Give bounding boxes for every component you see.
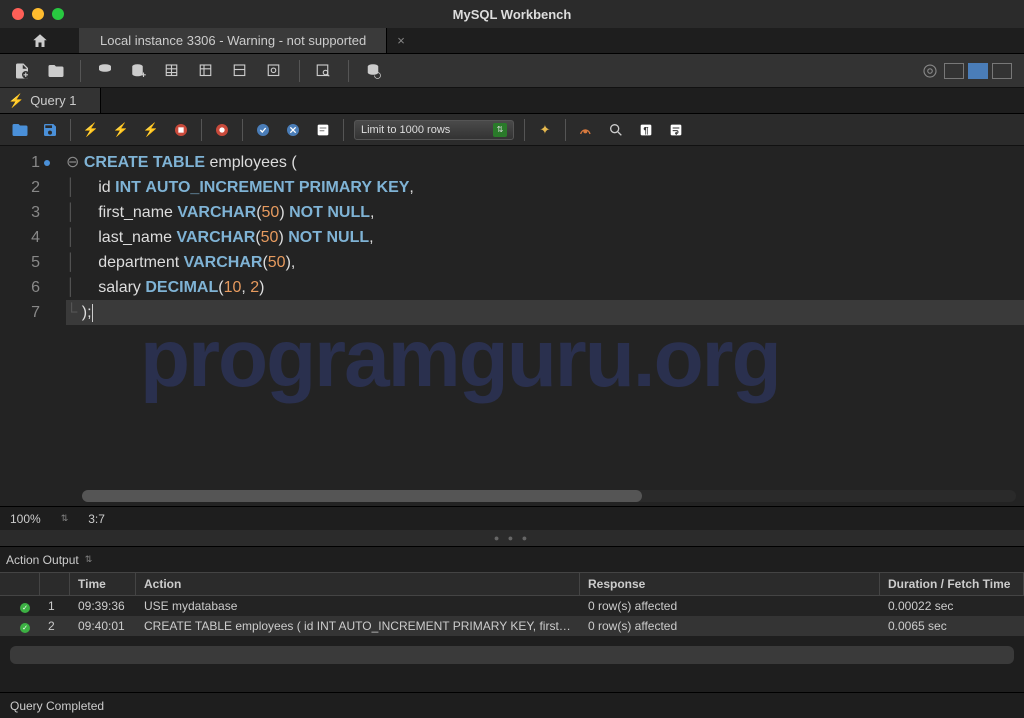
code-line[interactable]: │ first_name VARCHAR(50) NOT NULL, — [66, 200, 1024, 225]
gutter-line[interactable]: 6 — [0, 275, 50, 300]
gutter-line[interactable]: 7 — [0, 300, 50, 325]
open-file-icon[interactable] — [10, 120, 30, 140]
toggle-secondary-sidebar-button[interactable] — [992, 63, 1012, 79]
create-procedure-icon[interactable] — [231, 61, 251, 81]
output-header-duration[interactable]: Duration / Fetch Time — [880, 573, 1024, 595]
query-tab-label: Query 1 — [30, 93, 76, 108]
inspector-icon[interactable] — [95, 61, 115, 81]
progress-bar — [10, 646, 1014, 664]
home-tab[interactable] — [0, 28, 80, 53]
create-view-icon[interactable] — [197, 61, 217, 81]
editor-statusbar: 100% ⇅ 3:7 — [0, 506, 1024, 530]
output-selector-bar: Action Output ⇅ — [0, 546, 1024, 572]
output-row-time: 09:40:01 — [70, 617, 136, 635]
create-schema-icon[interactable] — [129, 61, 149, 81]
code-line[interactable]: └ ); — [66, 300, 1024, 325]
status-ok-icon: ✓ — [20, 603, 30, 613]
output-row-duration: 0.00022 sec — [880, 597, 1024, 615]
zoom-level[interactable]: 100% — [10, 512, 41, 526]
output-header-time[interactable]: Time — [70, 573, 136, 595]
vertical-splitter[interactable]: ● ● ● — [0, 530, 1024, 546]
toggle-whitespace-icon[interactable] — [313, 120, 333, 140]
output-row-response: 0 row(s) affected — [580, 597, 880, 615]
limit-rows-select[interactable]: Limit to 1000 rows ⇅ — [354, 120, 514, 140]
explain-icon[interactable]: ⚡ — [141, 120, 161, 140]
create-table-icon[interactable] — [163, 61, 183, 81]
output-header-response[interactable]: Response — [580, 573, 880, 595]
query-tabstrip: ⚡ Query 1 — [0, 88, 1024, 114]
reconnect-icon[interactable] — [363, 61, 383, 81]
gutter-line[interactable]: 1 — [0, 150, 50, 175]
status-ok-icon: ✓ — [20, 623, 30, 633]
commit-icon[interactable] — [253, 120, 273, 140]
output-header-index — [40, 573, 70, 595]
code-line[interactable]: │ last_name VARCHAR(50) NOT NULL, — [66, 225, 1024, 250]
status-text: Query Completed — [10, 699, 104, 713]
output-row[interactable]: ✓ 209:40:01CREATE TABLE employees ( id IN… — [0, 616, 1024, 636]
output-row-duration: 0.0065 sec — [880, 617, 1024, 635]
editor-gutter: 1234567 — [0, 146, 58, 506]
search-icon[interactable] — [606, 120, 626, 140]
editor-code-area[interactable]: programguru.org ⊖ CREATE TABLE employees… — [58, 146, 1024, 506]
gutter-line[interactable]: 4 — [0, 225, 50, 250]
main-toolbar — [0, 54, 1024, 88]
open-sql-script-icon[interactable] — [46, 61, 66, 81]
query-tab[interactable]: ⚡ Query 1 — [0, 88, 101, 113]
output-header-row: Time Action Response Duration / Fetch Ti… — [0, 572, 1024, 596]
connection-tabstrip: Local instance 3306 - Warning - not supp… — [0, 28, 1024, 54]
code-line[interactable]: ⊖ CREATE TABLE employees ( — [66, 150, 1024, 175]
output-header-action[interactable]: Action — [136, 573, 580, 595]
code-line[interactable]: │ department VARCHAR(50), — [66, 250, 1024, 275]
statusbar: Query Completed — [0, 692, 1024, 718]
limit-rows-arrows-icon: ⇅ — [493, 123, 507, 137]
find-icon[interactable] — [576, 120, 596, 140]
stop-icon[interactable] — [171, 120, 191, 140]
editor-horizontal-scrollbar[interactable] — [82, 490, 1016, 502]
cursor-position: 3:7 — [88, 512, 105, 526]
home-icon — [31, 32, 49, 50]
gutter-line[interactable]: 5 — [0, 250, 50, 275]
toggle-autocommit-icon[interactable] — [212, 120, 232, 140]
gutter-line[interactable]: 2 — [0, 175, 50, 200]
execute-icon[interactable]: ⚡ — [81, 120, 101, 140]
search-table-data-icon[interactable] — [314, 61, 334, 81]
wrap-icon[interactable] — [666, 120, 686, 140]
connection-tab-label: Local instance 3306 - Warning - not supp… — [100, 33, 366, 48]
svg-text:¶: ¶ — [643, 125, 648, 135]
create-function-icon[interactable] — [265, 61, 285, 81]
limit-rows-label: Limit to 1000 rows — [361, 124, 450, 136]
output-row[interactable]: ✓ 109:39:36USE mydatabase0 row(s) affecte… — [0, 596, 1024, 616]
output-row-action: USE mydatabase — [136, 597, 580, 615]
connection-tab[interactable]: Local instance 3306 - Warning - not supp… — [80, 28, 387, 53]
connection-tab-close[interactable]: × — [387, 28, 415, 53]
execute-current-icon[interactable]: ⚡ — [111, 120, 131, 140]
window-titlebar: MySQL Workbench — [0, 0, 1024, 28]
query-tab-bolt-icon: ⚡ — [8, 93, 24, 109]
output-type-chevron-icon: ⇅ — [85, 554, 93, 565]
rollback-icon[interactable] — [283, 120, 303, 140]
output-row-index: 1 — [40, 597, 70, 615]
output-row-action: CREATE TABLE employees ( id INT AUTO_INC… — [136, 617, 580, 635]
settings-icon[interactable] — [920, 61, 940, 81]
action-output-table: Time Action Response Duration / Fetch Ti… — [0, 572, 1024, 636]
output-row-response: 0 row(s) affected — [580, 617, 880, 635]
zoom-arrows-icon[interactable]: ⇅ — [61, 513, 69, 524]
toggle-output-button[interactable] — [968, 63, 988, 79]
save-file-icon[interactable] — [40, 120, 60, 140]
output-type-select[interactable]: Action Output — [6, 553, 79, 567]
output-header-status — [0, 573, 40, 595]
invisible-chars-icon[interactable]: ¶ — [636, 120, 656, 140]
window-title: MySQL Workbench — [0, 7, 1024, 22]
sql-toolbar: ⚡ ⚡ ⚡ Limit to 1000 rows ⇅ ✦ ¶ — [0, 114, 1024, 146]
code-line[interactable]: │ salary DECIMAL(10, 2) — [66, 275, 1024, 300]
code-line[interactable]: │ id INT AUTO_INCREMENT PRIMARY KEY, — [66, 175, 1024, 200]
output-row-time: 09:39:36 — [70, 597, 136, 615]
beautify-icon[interactable]: ✦ — [535, 120, 555, 140]
sql-editor[interactable]: 1234567 programguru.org ⊖ CREATE TABLE e… — [0, 146, 1024, 506]
gutter-line[interactable]: 3 — [0, 200, 50, 225]
watermark-text: programguru.org — [140, 346, 1014, 371]
new-sql-tab-icon[interactable] — [12, 61, 32, 81]
toggle-sidebar-button[interactable] — [944, 63, 964, 79]
output-row-index: 2 — [40, 617, 70, 635]
